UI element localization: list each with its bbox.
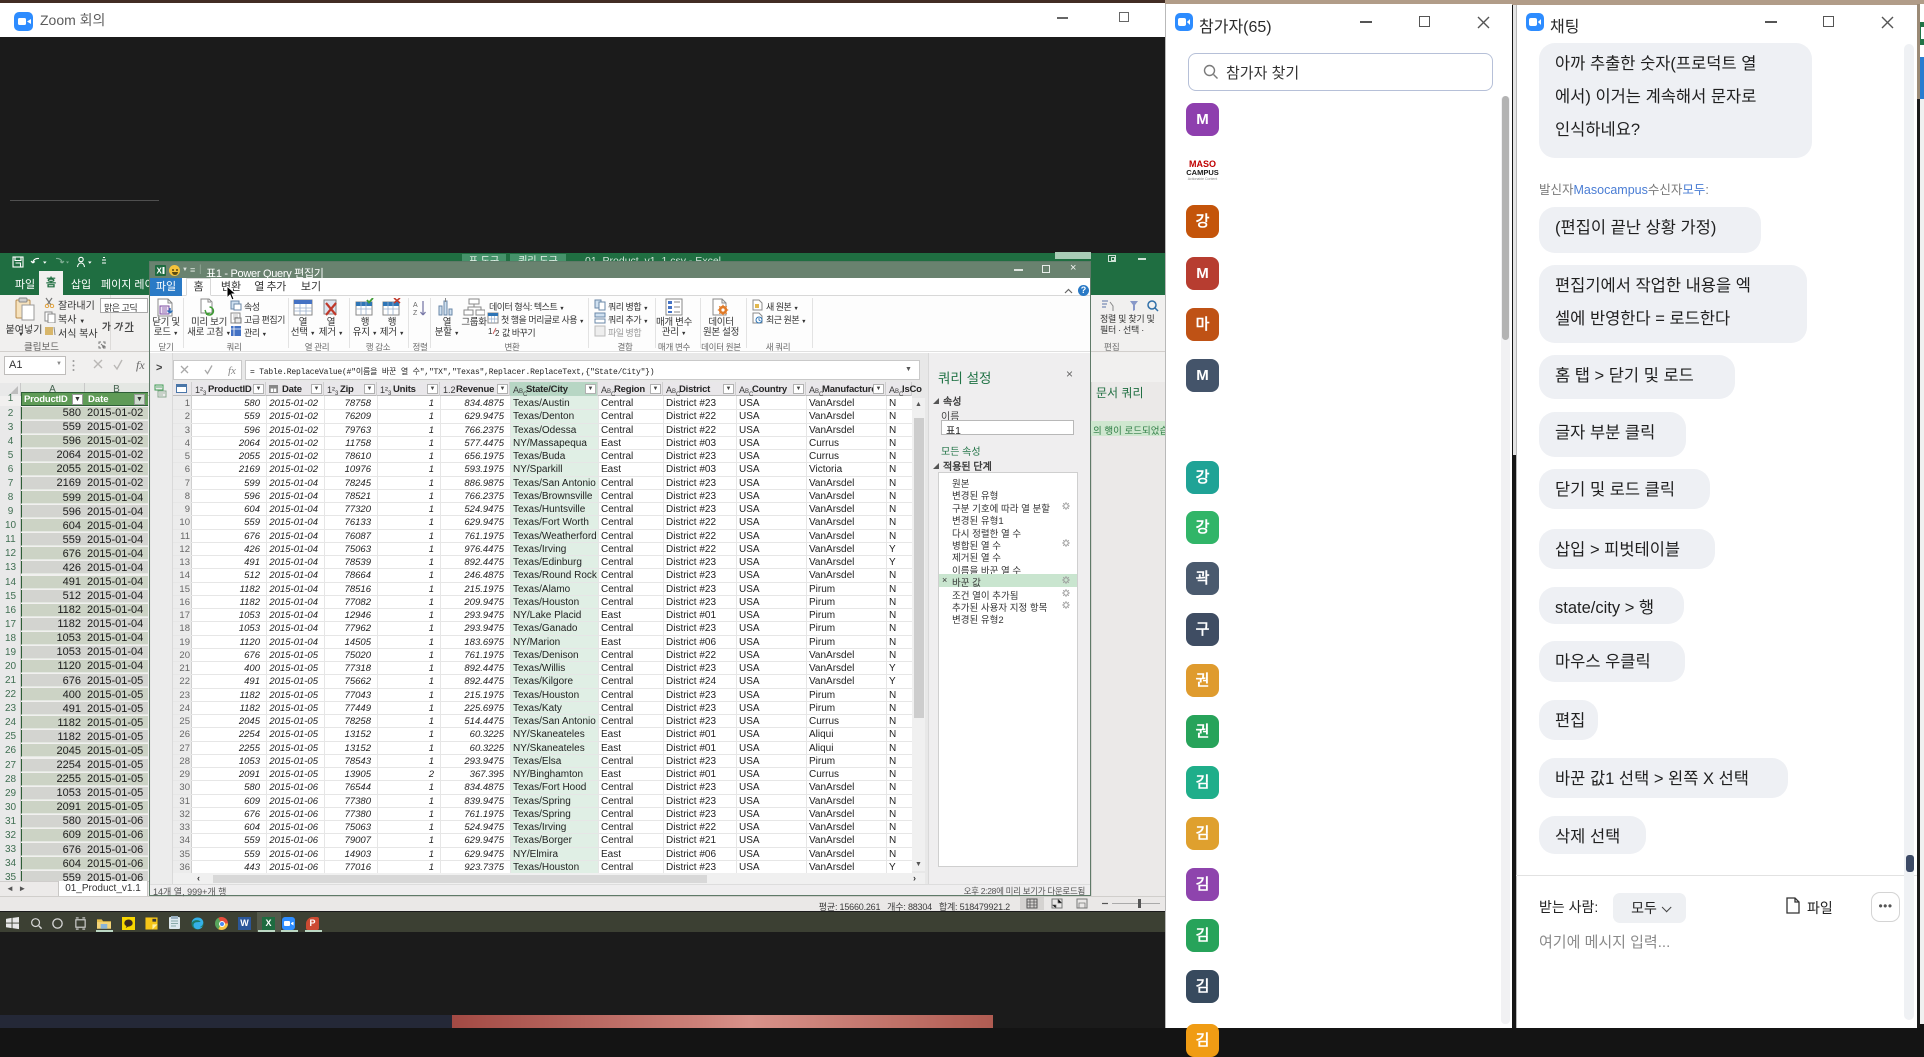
svg-text:Z: Z	[413, 310, 418, 317]
svg-text:fx: fx	[228, 365, 236, 376]
svg-text:1: 1	[488, 327, 493, 336]
svg-text:X: X	[157, 267, 163, 276]
svg-text:2: 2	[495, 329, 500, 337]
svg-text:A: A	[413, 302, 418, 309]
svg-text:fx: fx	[136, 358, 145, 372]
